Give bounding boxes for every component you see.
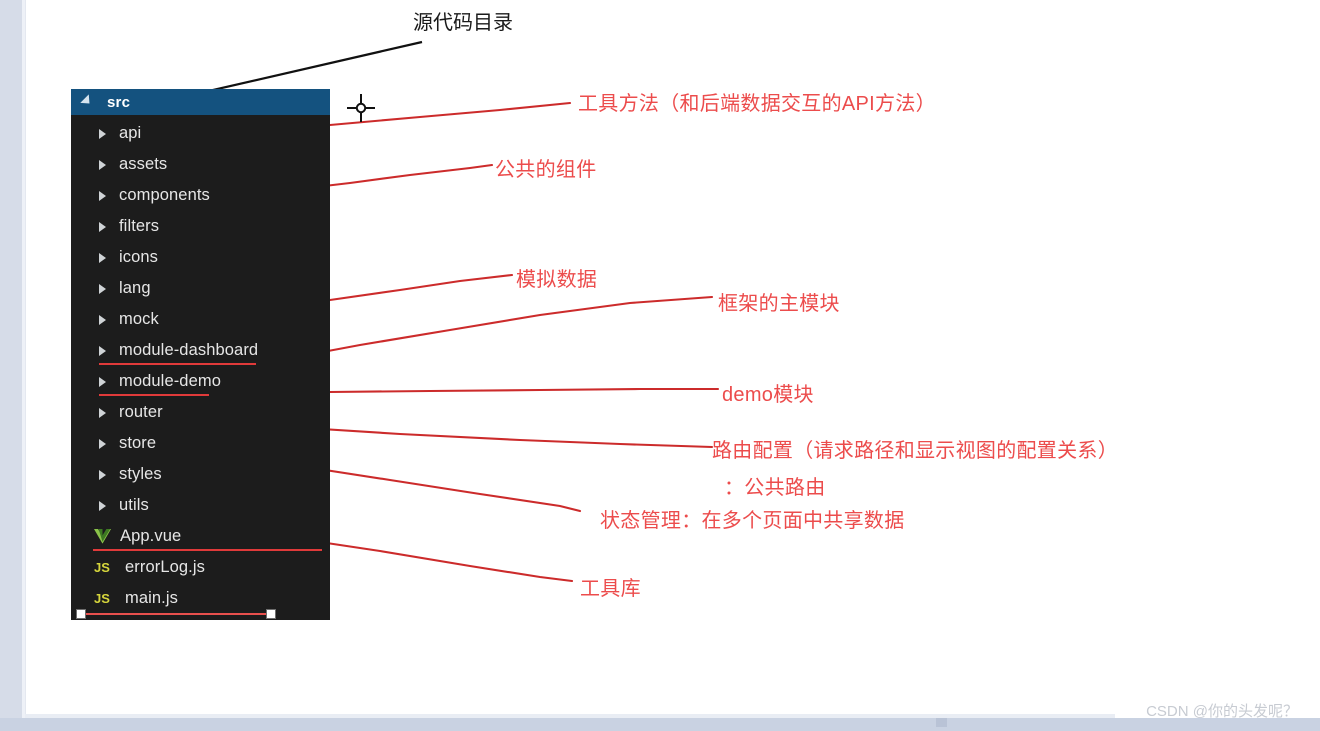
caret-right-icon[interactable]	[99, 283, 106, 294]
caret-right-icon[interactable]	[99, 500, 106, 511]
tree-item-components[interactable]: components	[71, 180, 330, 211]
annotation-api: 工具方法（和后端数据交互的API方法）	[578, 93, 936, 115]
tree-item-list: api assets components filters icons lang mock m…	[71, 115, 330, 620]
tree-item-store[interactable]: store	[71, 428, 330, 459]
caret-down-icon[interactable]	[80, 93, 94, 108]
selection-underline	[80, 613, 274, 615]
tree-item-mock[interactable]: mock	[71, 304, 330, 335]
file-tree-panel[interactable]: src api assets components filters icons lang m…	[71, 89, 330, 620]
screenshot-canvas: 源代码目录 src api assets components filters icon…	[0, 0, 1320, 731]
tree-item-label: App.vue	[120, 527, 182, 545]
tree-item-module-demo[interactable]: module-demo	[71, 366, 330, 397]
tree-item-app-vue[interactable]: App.vue	[71, 521, 330, 552]
tree-item-label: module-dashboard	[119, 341, 259, 359]
tree-item-label: assets	[119, 155, 168, 173]
tree-item-label: router	[119, 403, 163, 421]
tree-item-styles[interactable]: styles	[71, 459, 330, 490]
annotation-utils: 工具库	[580, 578, 641, 600]
leader-line-module-dashboard	[278, 295, 714, 362]
annotation-components: 公共的组件	[495, 159, 597, 181]
tree-item-label: filters	[119, 217, 160, 235]
annotation-mock: 模拟数据	[516, 269, 598, 291]
tree-item-filters[interactable]: filters	[71, 211, 330, 242]
tree-item-label: main.js	[125, 589, 178, 607]
tree-item-label: components	[119, 186, 210, 204]
tree-item-label: lang	[119, 279, 151, 297]
tree-item-main-js[interactable]: JS main.js	[71, 583, 330, 614]
tree-item-label: utils	[119, 496, 149, 514]
selection-handle-left[interactable]	[76, 609, 86, 619]
tree-item-utils[interactable]: utils	[71, 490, 330, 521]
caret-right-icon[interactable]	[99, 221, 106, 232]
annotation-module-demo: demo模块	[722, 384, 814, 406]
row-highlight-underline	[99, 394, 210, 396]
tree-item-label: store	[119, 434, 157, 452]
row-highlight-underline	[93, 549, 322, 551]
row-highlight-underline	[99, 363, 256, 365]
tree-item-label: errorLog.js	[125, 558, 205, 576]
tree-item-label: mock	[119, 310, 159, 328]
annotation-router: 路由配置（请求路径和显示视图的配置关系）	[712, 440, 1118, 462]
annotation-module-dashboard: 框架的主模块	[718, 293, 840, 315]
tree-item-module-dashboard[interactable]: module-dashboard	[71, 335, 330, 366]
js-file-icon: JS	[94, 591, 110, 606]
caret-right-icon[interactable]	[99, 159, 106, 170]
crosshair-cursor	[347, 94, 375, 122]
tree-item-errorlog-js[interactable]: JS errorLog.js	[71, 552, 330, 583]
tree-item-icons[interactable]: icons	[71, 242, 330, 273]
caret-right-icon[interactable]	[99, 407, 106, 418]
tree-item-lang[interactable]: lang	[71, 273, 330, 304]
tree-item-api[interactable]: api	[71, 118, 330, 149]
csdn-watermark: CSDN @你的头发呢？	[1146, 703, 1298, 720]
tree-item-router[interactable]: router	[71, 397, 330, 428]
tree-item-label: module-demo	[119, 372, 221, 390]
caret-right-icon[interactable]	[99, 128, 106, 139]
tree-root-label: src	[107, 93, 131, 111]
tree-item-label: styles	[119, 465, 162, 483]
tree-item-label: icons	[119, 248, 159, 266]
leader-line-module-demo	[328, 387, 720, 394]
caret-right-icon[interactable]	[99, 438, 106, 449]
caret-right-icon[interactable]	[99, 376, 106, 387]
vue-file-icon	[94, 529, 111, 544]
caret-right-icon[interactable]	[99, 314, 106, 325]
tree-item-assets[interactable]: assets	[71, 149, 330, 180]
annotation-router-public: ：公共路由	[724, 477, 826, 499]
caret-right-icon[interactable]	[99, 469, 106, 480]
js-file-icon: JS	[94, 560, 110, 575]
caret-right-icon[interactable]	[99, 345, 106, 356]
annotation-store: 状态管理：在多个页面中共享数据	[600, 510, 905, 532]
selection-handle-right[interactable]	[266, 609, 276, 619]
tree-root-src[interactable]: src	[71, 89, 330, 115]
caret-right-icon[interactable]	[99, 190, 106, 201]
caret-right-icon[interactable]	[99, 252, 106, 263]
source-directory-title: 源代码目录	[413, 12, 513, 34]
tree-item-label: api	[119, 124, 142, 142]
